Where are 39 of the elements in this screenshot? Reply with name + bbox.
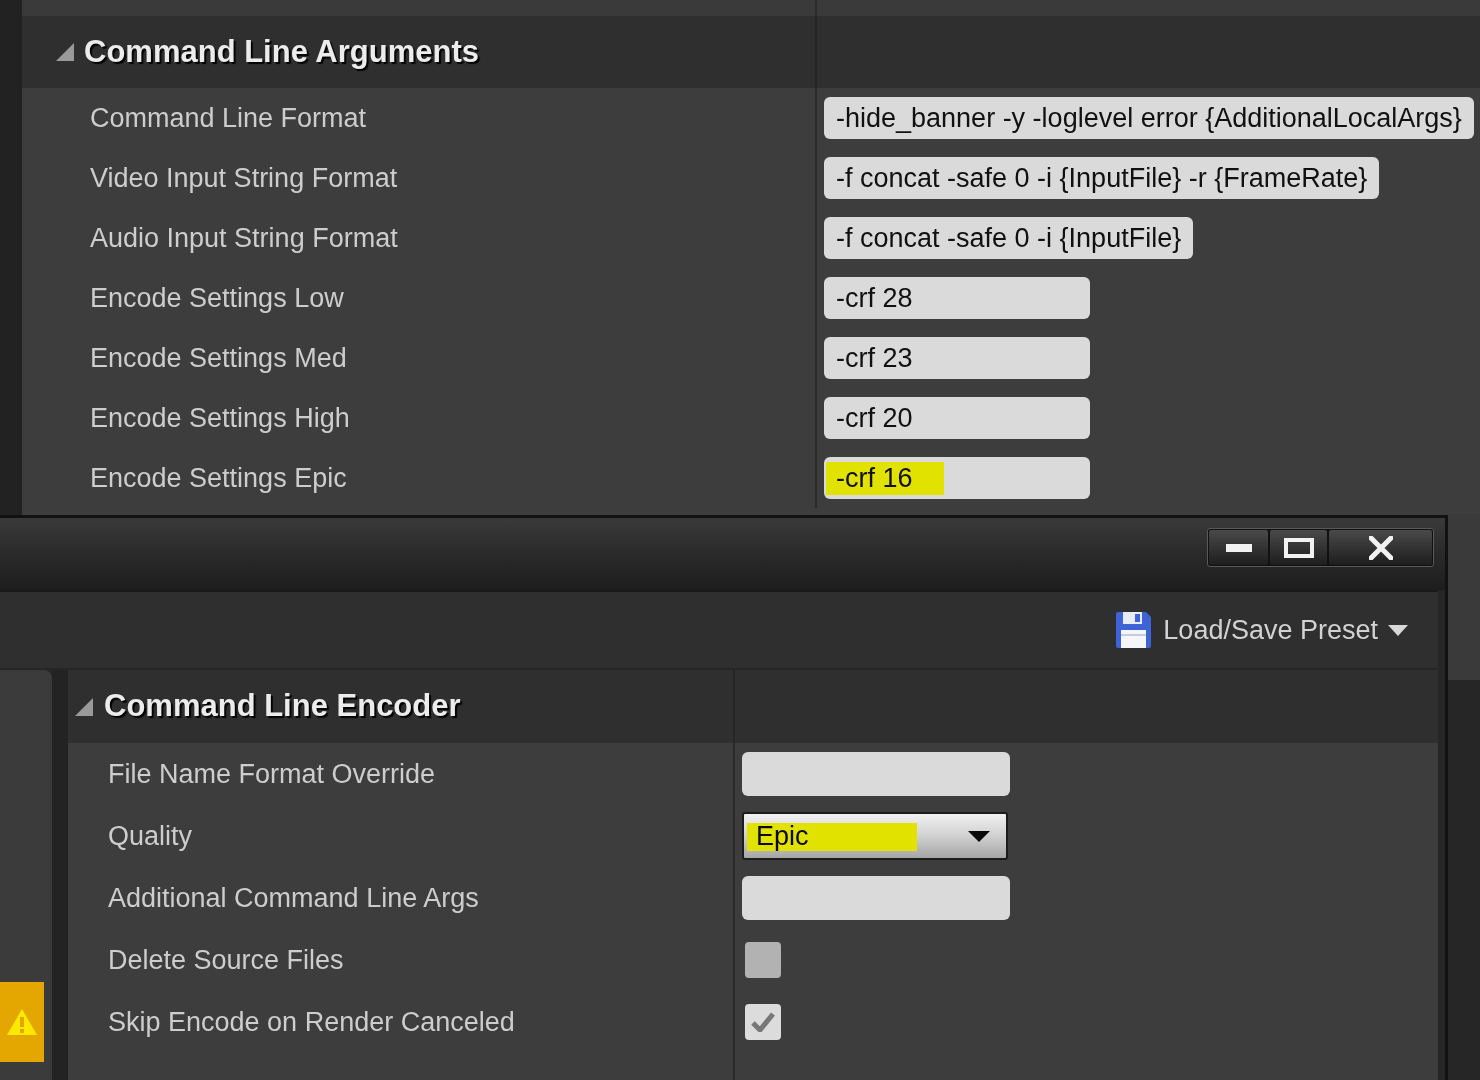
property-label: Additional Command Line Args — [108, 881, 479, 915]
caret-down-icon — [968, 830, 990, 842]
close-button[interactable] — [1329, 530, 1432, 565]
text-field[interactable]: -crf 23 — [824, 337, 1090, 379]
section-title: Command Line Encoder — [104, 687, 461, 726]
text-field[interactable] — [742, 876, 1010, 920]
checkbox[interactable] — [745, 1004, 781, 1040]
maximize-icon — [1283, 537, 1314, 558]
close-icon — [1368, 535, 1393, 560]
text-field[interactable]: -f concat -safe 0 -i {InputFile} — [824, 217, 1194, 259]
property-label: Encode Settings Med — [90, 341, 347, 375]
text-field[interactable]: -crf 28 — [824, 277, 1090, 319]
property-label: Skip Encode on Render Canceled — [108, 1005, 515, 1039]
property-label: File Name Format Override — [108, 757, 436, 791]
maximize-button[interactable] — [1270, 530, 1327, 565]
minimize-button[interactable] — [1209, 530, 1268, 565]
property-label: Delete Source Files — [108, 943, 344, 977]
caret-down-icon — [1388, 624, 1408, 636]
checkmark-icon — [751, 1012, 775, 1032]
property-label: Encode Settings High — [90, 401, 350, 435]
property-label: Encode Settings Low — [90, 281, 344, 315]
expanded-triangle-icon[interactable] — [56, 43, 74, 61]
minimize-icon — [1225, 543, 1252, 552]
checkbox[interactable] — [745, 942, 781, 978]
property-label: Encode Settings Epic — [90, 461, 347, 495]
expanded-triangle-icon[interactable] — [75, 697, 93, 716]
text-field[interactable]: -crf 16 — [824, 457, 1090, 499]
property-label: Video Input String Format — [90, 161, 398, 195]
section-title: Command Line Arguments — [84, 32, 479, 71]
load-save-preset-button[interactable]: Load/Save Preset — [1113, 609, 1408, 651]
text-field[interactable]: -hide_banner -y -loglevel error {AdditionalLocalArgs} — [824, 97, 1474, 139]
property-label: Audio Input String Format — [90, 221, 398, 255]
quality-dropdown[interactable]: Epic — [742, 812, 1008, 860]
property-label: Quality — [108, 819, 193, 853]
text-field[interactable]: -f concat -safe 0 -i {InputFile} -r {FrameRate} — [824, 157, 1380, 199]
property-label: Command Line Format — [90, 101, 367, 135]
text-field[interactable] — [742, 752, 1010, 796]
text-field[interactable]: -crf 20 — [824, 397, 1090, 439]
warning-icon — [0, 982, 44, 1062]
